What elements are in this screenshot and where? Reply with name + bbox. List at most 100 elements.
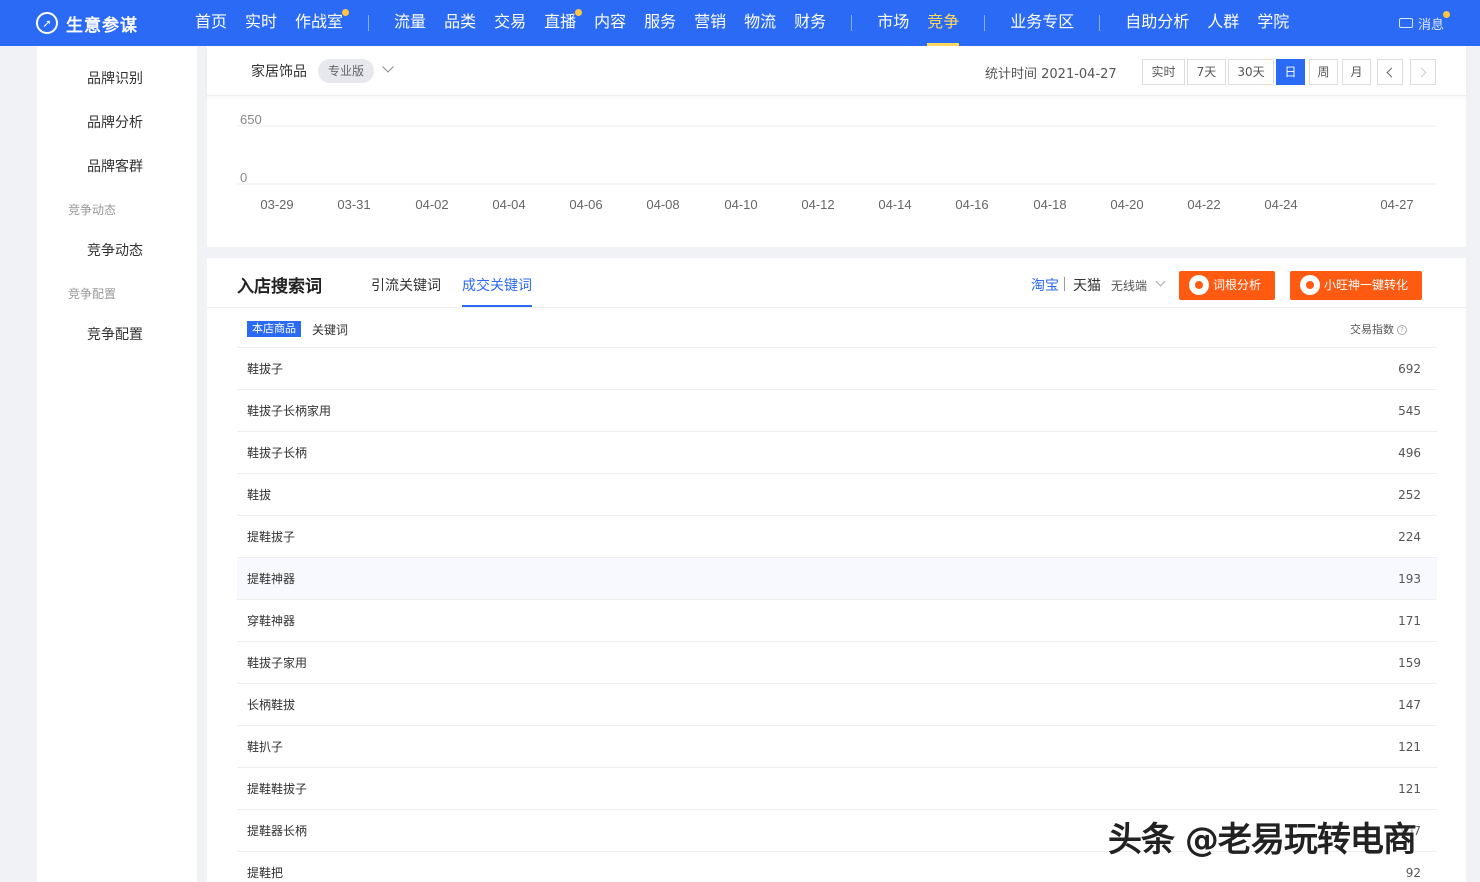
period-button[interactable]: 7天 [1187,59,1226,85]
envelope-icon [1399,18,1413,28]
sidebar-item[interactable]: 品牌识别 [87,68,143,88]
tab-deal-keywords[interactable]: 成交关键词 [462,275,532,295]
nav-item[interactable]: 作战室 [286,0,352,46]
keyword-cell: 鞋拔 [247,486,271,503]
sidebar-item[interactable]: 品牌分析 [87,112,143,132]
x-tick-label: 04-10 [724,197,757,212]
nav-item[interactable]: 财务 [785,0,835,46]
sidebar-item[interactable]: 竞争配置 [87,324,143,344]
brand[interactable]: ➚ 生意参谋 [36,11,186,36]
nav-item[interactable]: 物流 [735,0,785,46]
trade-index-cell: 692 [1398,362,1421,376]
column-trade-index[interactable]: 交易指数? [1350,321,1407,337]
trade-index-cell: 121 [1398,782,1421,796]
tab-traffic-keywords[interactable]: 引流关键词 [371,275,441,295]
table-row[interactable]: 穿鞋神器171 [237,600,1437,642]
trend-chart: 650003-2903-3104-0204-0404-0604-0804-100… [207,96,1466,247]
x-tick-label: 04-08 [646,197,679,212]
table-row[interactable]: 鞋拔子家用159 [237,642,1437,684]
sidebar-group-label: 竞争动态 [68,201,116,218]
nav-item[interactable]: 实时 [236,0,286,46]
trade-index-cell: 92 [1406,866,1421,880]
chevron-down-icon[interactable] [382,61,393,72]
messages-link[interactable]: 消息 [1399,0,1444,46]
watermark: 头条 @老易玩转电商 [1108,812,1416,861]
category-selector[interactable]: 家居饰品 [251,61,307,81]
table-header: 本店商品 关键词 交易指数? [237,308,1437,348]
keyword-cell: 鞋拔子长柄家用 [247,402,331,419]
help-icon[interactable]: ? [1397,325,1407,335]
period-button[interactable]: 月 [1342,59,1371,85]
trade-index-cell: 121 [1398,740,1421,754]
period-button[interactable]: 周 [1309,59,1338,85]
x-tick-label: 04-18 [1033,197,1066,212]
nav-item[interactable]: 直播 [535,0,585,46]
x-tick-label: 04-20 [1110,197,1143,212]
x-tick-label: 03-29 [260,197,293,212]
keyword-cell: 提鞋神器 [247,570,295,587]
nav-item[interactable]: 流量 [385,0,435,46]
keyword-cell: 提鞋鞋拔子 [247,780,307,797]
period-button[interactable]: 实时 [1142,59,1185,85]
source-taobao[interactable]: 淘宝 [1031,275,1059,295]
nav-item[interactable]: 交易 [485,0,535,46]
nav-item[interactable]: 竞争 [918,0,968,46]
nav-item[interactable]: 人群 [1198,0,1248,46]
mascot-icon [1300,275,1320,295]
trend-chart-card: 家居饰品 专业版 统计时间 2021-04-27 实时7天30天日周月 6500… [207,46,1466,247]
period-button[interactable]: 日 [1276,59,1305,85]
nav-item[interactable]: 学院 [1248,0,1298,46]
y-tick-label: 0 [240,170,247,185]
keyword-cell: 鞋拔子 [247,360,283,377]
table-row[interactable]: 鞋扒子121 [237,726,1437,768]
one-click-convert-button[interactable]: 小旺神一键转化 [1290,271,1422,300]
table-row[interactable]: 提鞋拔子224 [237,516,1437,558]
nav-item[interactable]: 自助分析 [1116,0,1198,46]
trade-index-cell: 545 [1398,404,1421,418]
sidebar-item[interactable]: 品牌客群 [87,156,143,176]
x-tick-label: 04-14 [878,197,911,212]
main-menu: 首页实时作战室流量品类交易直播内容服务营销物流财务市场竞争业务专区自助分析人群学… [186,0,1298,46]
device-selector[interactable]: 无线端 [1111,277,1147,294]
table-row[interactable]: 鞋拔子 692 [237,348,1437,390]
nav-item[interactable]: 服务 [635,0,685,46]
nav-item[interactable]: 内容 [585,0,635,46]
x-tick-label: 03-31 [337,197,370,212]
x-tick-label: 04-02 [415,197,448,212]
table-row[interactable]: 鞋拔子长柄家用 545 [237,390,1437,432]
sidebar-item[interactable]: 竞争动态 [87,240,143,260]
chevron-down-icon [1156,277,1166,287]
sidebar: 品牌识别品牌分析品牌客群竞争动态竞争动态竞争配置竞争配置 [37,46,197,882]
search-keywords-card: 入店搜索词 引流关键词 成交关键词 淘宝 天猫 无线端 词根分析 小旺神一键转化… [207,258,1466,882]
trade-index-cell: 171 [1398,614,1421,628]
stat-time: 统计时间 2021-04-27 [985,63,1117,82]
notification-dot [575,9,582,16]
period-button[interactable]: 30天 [1228,59,1274,85]
messages-label: 消息 [1418,14,1444,33]
nav-item[interactable]: 市场 [868,0,918,46]
keyword-cell: 提鞋器长柄 [247,822,307,839]
nav-item[interactable]: 业务专区 [1001,0,1083,46]
table-row[interactable]: 长柄鞋拔 147 [237,684,1437,726]
trade-index-cell: 147 [1398,698,1421,712]
chevron-right-icon [1417,68,1427,78]
next-date-button[interactable] [1410,59,1436,85]
nav-item[interactable]: 营销 [685,0,735,46]
mascot-icon [1189,275,1209,295]
keyword-cell: 提鞋把 [247,864,283,881]
table-row[interactable]: 提鞋鞋拔子 121 [237,768,1437,810]
x-tick-label: 04-04 [492,197,525,212]
table-row[interactable]: 鞋拔252 [237,474,1437,516]
root-analysis-button[interactable]: 词根分析 [1179,271,1275,300]
chevron-left-icon [1387,68,1397,78]
table-row[interactable]: 提鞋神器193 [237,558,1437,600]
x-tick-label: 04-12 [801,197,834,212]
source-tmall[interactable]: 天猫 [1073,275,1101,295]
prev-date-button[interactable] [1377,59,1403,85]
trade-index-cell: 496 [1398,446,1421,460]
nav-item[interactable]: 品类 [435,0,485,46]
keyword-cell: 长柄鞋拔 [247,696,295,713]
nav-item[interactable]: 首页 [186,0,236,46]
table-row[interactable]: 鞋拔子长柄496 [237,432,1437,474]
own-shop-tag[interactable]: 本店商品 [247,321,301,337]
